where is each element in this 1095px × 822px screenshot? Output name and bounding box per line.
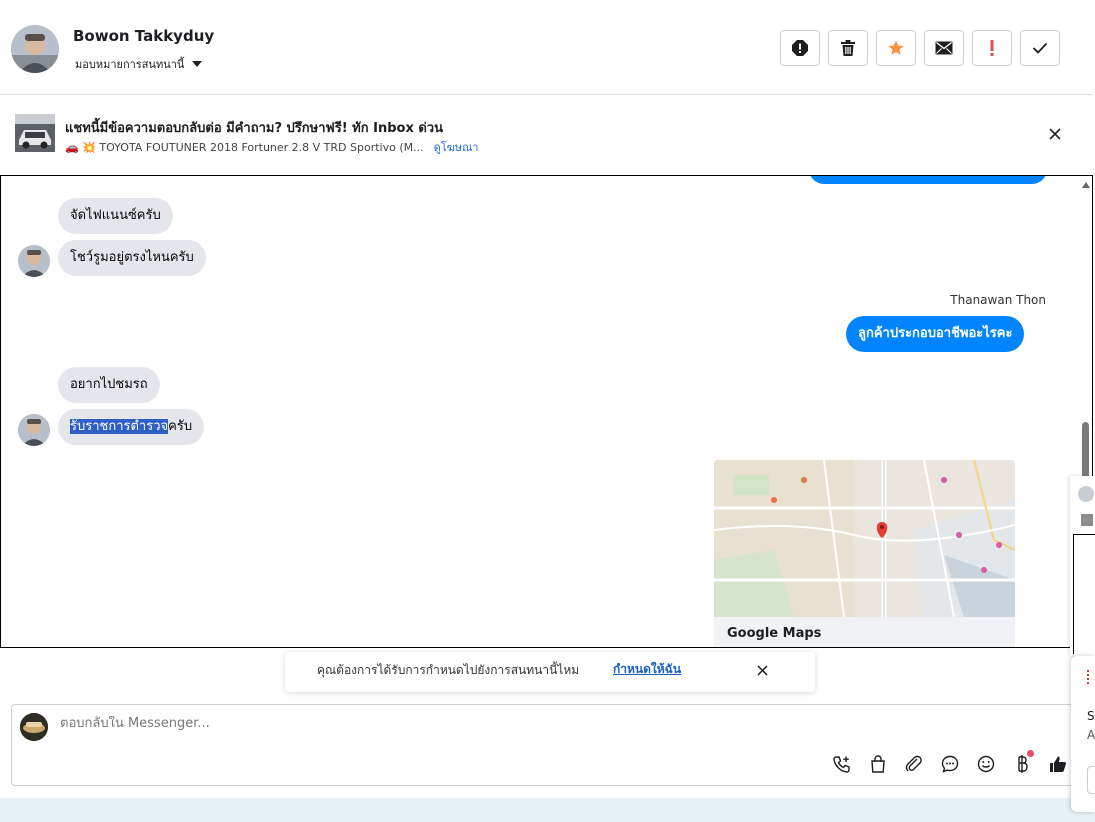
side-popup-button[interactable] [1087,766,1095,794]
call-request-button[interactable] [828,752,856,776]
side-thumbnail [1081,514,1093,526]
page-bottom-strip [0,798,1095,822]
assign-conversation-dropdown[interactable]: มอบหมายการสนทนานี้ [75,55,203,73]
assign-to-me-prompt: คุณต้องการได้รับการกำหนดไปยังการสนทนานี้… [285,652,815,692]
important-icon [990,40,994,56]
header-actions [780,30,1060,66]
payment-button[interactable] [1008,750,1036,776]
attach-file-button[interactable] [900,752,928,776]
message-text: ครับ [168,419,193,434]
caret-down-icon [192,61,203,67]
side-popup-line-1: S [1087,709,1095,723]
smiley-icon [977,755,995,773]
thumbs-up-icon [1050,756,1067,772]
baht-icon [1018,755,1028,773]
incoming-message-bubble[interactable]: จัดไฟแนนซ์ครับ [58,198,173,234]
notification-dot [1027,750,1034,757]
selected-text: รับราชการตำรวจ [70,419,169,434]
contact-name: Bowon Takkyduy [73,27,215,45]
assign-to-me-link[interactable]: กำหนดให้ฉัน [613,660,681,679]
shop-button[interactable] [864,752,892,776]
delete-button[interactable] [828,30,868,66]
message-thread[interactable]: จัดไฟแนนซ์ครับ โชว์รูมอยู่ตรงไหนครับ Tha… [0,175,1093,648]
side-avatar [1078,486,1094,502]
reply-input[interactable] [60,716,960,731]
like-button[interactable] [1044,752,1072,776]
shopping-bag-icon [871,755,885,773]
mark-spam-button[interactable] [780,30,820,66]
assign-label: มอบหมายการสนทนานี้ [75,58,185,71]
check-icon [1032,42,1048,54]
mail-icon [935,41,953,55]
map-caption: Google Maps [727,626,822,641]
message-composer [11,704,1081,786]
sender-name-label: Thanawan Thon [950,293,1046,307]
close-ad-button[interactable] [1045,124,1065,144]
contact-avatar[interactable] [11,25,59,73]
scroll-thumb[interactable] [1082,422,1089,482]
view-ad-link[interactable]: ดูโฆษณา [434,138,479,156]
outgoing-message-bubble-partial [809,176,1047,184]
side-popup-card[interactable]: S A [1071,656,1095,812]
ad-subtitle: 🚗 💥 TOYOTA FOUTUNER 2018 Fortuner 2.8 V … [65,140,424,154]
scroll-up-arrow-icon[interactable] [1082,182,1090,188]
side-panel-frame [1073,534,1095,654]
assign-prompt-text: คุณต้องการได้รับการกำหนดไปยังการสนทนานี้… [317,663,580,677]
side-popup-icon [1087,670,1095,684]
saved-replies-button[interactable] [936,752,964,776]
outgoing-message-bubble[interactable]: ลูกค้าประกอบอาชีพอะไรคะ [846,316,1025,352]
side-popup-line-2: A [1087,728,1095,742]
close-prompt-button[interactable] [753,661,771,679]
star-button[interactable] [876,30,916,66]
contact-message-avatar [18,245,50,277]
spam-icon [792,40,808,56]
chat-bubble-icon [941,755,959,773]
mark-unread-button[interactable] [924,30,964,66]
close-icon [756,664,768,676]
conversation-header: Bowon Takkyduy มอบหมายการสนทนานี้ [0,0,1092,95]
map-image [714,460,1015,617]
ad-subtitle-row: 🚗 💥 TOYOTA FOUTUNER 2018 Fortuner 2.8 V … [65,138,478,156]
mark-important-button[interactable] [972,30,1012,66]
incoming-message-bubble[interactable]: โชว์รูมอยู่ตรงไหนครับ [58,240,206,276]
paperclip-icon [905,755,922,772]
page-avatar [20,713,48,741]
location-map-card[interactable]: Google Maps [714,460,1015,647]
mark-done-button[interactable] [1020,30,1060,66]
trash-icon [841,40,855,56]
star-icon [888,40,904,55]
emoji-button[interactable] [972,752,1000,776]
side-chat-panel[interactable] [1070,476,1095,656]
phone-plus-icon [833,756,850,773]
ad-context-banner: แชทนี้มีข้อความตอบกลับต่อ มีคำถาม? ปรึกษ… [0,96,1092,174]
close-icon [1049,128,1061,140]
ad-title: แชทนี้มีข้อความตอบกลับต่อ มีคำถาม? ปรึกษ… [65,121,443,136]
ad-thumbnail[interactable] [15,114,55,152]
composer-tools [828,750,1072,776]
incoming-message-bubble[interactable]: อยากไปชมรถ [58,367,160,403]
contact-message-avatar [18,414,50,446]
incoming-message-bubble[interactable]: รับราชการตำรวจครับ [58,409,205,445]
